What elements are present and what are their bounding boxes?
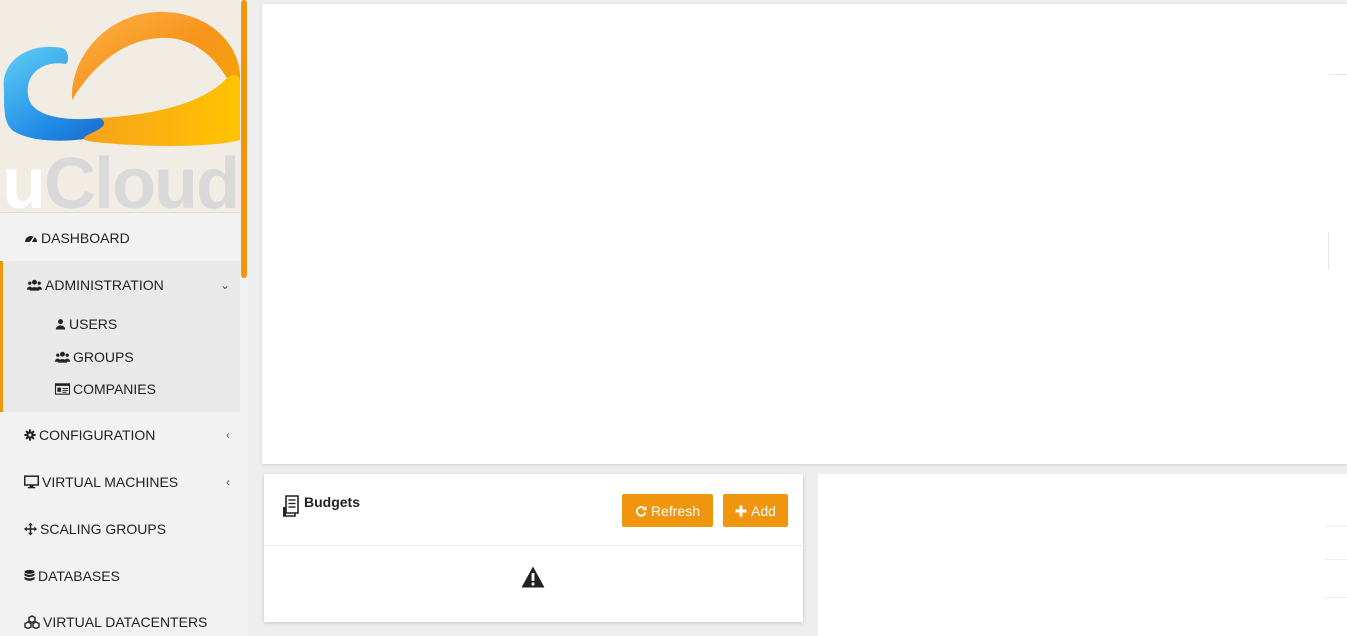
panel-divider <box>1325 597 1347 598</box>
sidebar-item-label: VIRTUAL MACHINES <box>42 474 179 490</box>
arrows-icon <box>24 522 37 536</box>
id-card-icon <box>55 383 70 395</box>
panel-divider <box>1328 232 1329 270</box>
refresh-button[interactable]: Refresh <box>622 494 713 527</box>
chevron-left-icon: ‹ <box>226 428 230 442</box>
sidebar-item-label: DASHBOARD <box>41 229 130 246</box>
sidebar-item-label: ADMINISTRATION <box>45 276 164 293</box>
brand-logo-text-u: u <box>2 144 46 213</box>
panel-divider <box>1329 74 1347 75</box>
tachometer-icon <box>25 235 37 243</box>
sidebar-item-databases[interactable]: DATABASES <box>0 553 240 600</box>
panel-divider <box>1325 559 1347 560</box>
brand-logo-text-rest: Cloud <box>43 144 240 213</box>
dashboard-top-panel <box>262 4 1347 464</box>
users-icon <box>27 279 42 291</box>
sidebar-item-dashboard[interactable]: DASHBOARD <box>0 214 240 261</box>
sidebar-item-label: USERS <box>69 316 118 333</box>
sidebar: uCloud DASHBOARD ADMINISTRATION ⌄ USERS … <box>0 0 248 636</box>
sidebar-subitem-companies[interactable]: COMPANIES <box>3 373 240 406</box>
budgets-panel: Budgets Refresh Add <box>264 474 803 622</box>
sidebar-item-configuration[interactable]: CONFIGURATION ‹ <box>0 412 240 459</box>
sidebar-item-label: CONFIGURATION <box>39 427 156 443</box>
chevron-down-icon: ⌄ <box>219 277 230 292</box>
budgets-panel-header: Budgets Refresh Add <box>264 474 803 546</box>
sidebar-subitem-users[interactable]: USERS <box>3 308 240 341</box>
receipt-icon <box>283 495 299 517</box>
sidebar-item-label: GROUPS <box>73 348 134 365</box>
chevron-left-icon: ‹ <box>226 475 230 489</box>
brand-logo-text: uCloud <box>2 148 240 212</box>
gear-icon <box>24 429 36 441</box>
add-button[interactable]: Add <box>723 494 788 527</box>
sidebar-group-administration: ADMINISTRATION ⌄ USERS GROUPS COMPANIES <box>0 261 240 412</box>
cubes-icon <box>24 615 40 629</box>
users-icon <box>55 351 70 363</box>
desktop-icon <box>24 475 39 489</box>
sidebar-item-label: VIRTUAL DATACENTERS <box>43 614 208 630</box>
sidebar-subitem-groups[interactable]: GROUPS <box>3 341 240 374</box>
brand-logo[interactable]: uCloud <box>0 0 240 213</box>
panel-divider <box>1325 526 1347 527</box>
warning-icon <box>521 566 545 588</box>
sidebar-menu: DASHBOARD ADMINISTRATION ⌄ USERS GROUPS … <box>0 214 240 636</box>
sidebar-item-label: COMPANIES <box>73 381 156 398</box>
database-icon <box>24 569 35 581</box>
sidebar-item-virtual-datacenters[interactable]: VIRTUAL DATACENTERS <box>0 600 240 636</box>
refresh-button-label: Refresh <box>650 502 701 519</box>
budgets-title: Budgets <box>304 494 360 510</box>
sidebar-item-virtual-machines[interactable]: VIRTUAL MACHINES ‹ <box>0 459 240 506</box>
sidebar-scrollbar-thumb[interactable] <box>241 0 247 278</box>
add-button-label: Add <box>751 502 776 519</box>
sidebar-item-label: SCALING GROUPS <box>40 521 167 537</box>
sidebar-item-scaling-groups[interactable]: SCALING GROUPS <box>0 506 240 553</box>
plus-icon <box>735 505 747 516</box>
sidebar-item-label: DATABASES <box>38 568 120 584</box>
sidebar-scrollbar[interactable] <box>240 0 248 636</box>
sidebar-item-administration[interactable]: ADMINISTRATION ⌄ <box>3 261 240 308</box>
user-icon <box>55 319 66 330</box>
refresh-icon <box>635 505 647 517</box>
dashboard-right-panel <box>818 474 1347 636</box>
